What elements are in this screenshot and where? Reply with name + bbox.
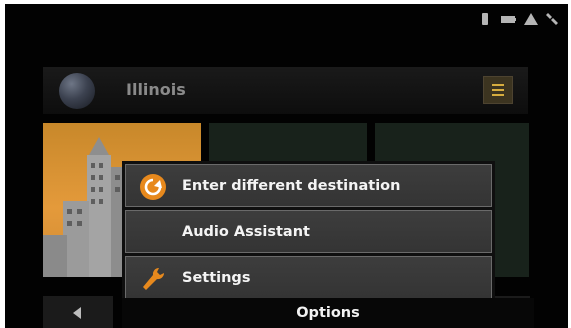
location-header: Illinois [43,67,528,114]
back-arrow-icon [73,307,81,319]
menu-item-audio-assistant[interactable]: Audio Assistant [125,210,492,253]
menu-item-enter-destination[interactable]: Enter different destination [125,164,492,207]
menu-item-settings[interactable]: Settings [125,256,492,299]
battery-icon [501,16,516,23]
menu-item-label: Enter different destination [182,177,401,194]
gps-signal-icon [524,13,538,25]
options-menu: Enter different destination Audio Assist… [122,161,495,300]
wrench-icon [143,267,165,290]
recalculate-icon [140,174,166,200]
menu-item-label: Settings [182,269,251,286]
menu-item-label: Audio Assistant [182,223,310,240]
phone-icon [482,13,488,25]
back-button[interactable] [43,296,113,328]
navigation-screen: Illinois Enter different destination Aud… [5,4,568,328]
satellite-icon [546,13,558,25]
list-menu-button[interactable] [483,76,513,104]
status-bar [478,12,560,26]
options-label: Options [296,305,360,321]
globe-icon [59,73,95,109]
list-icon [492,84,504,86]
header-title: Illinois [126,80,186,99]
options-button[interactable]: Options [122,298,534,328]
